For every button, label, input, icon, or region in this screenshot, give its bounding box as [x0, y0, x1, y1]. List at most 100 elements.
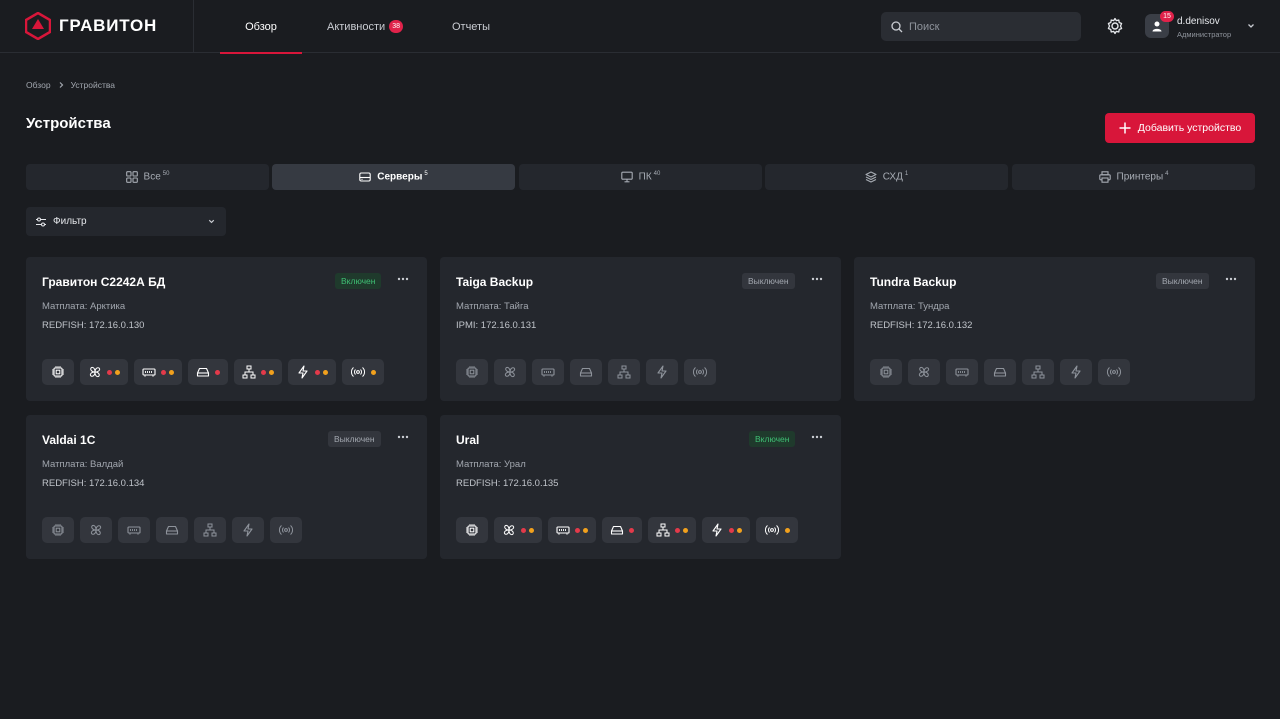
power-icon	[712, 523, 722, 537]
power-icon	[243, 523, 253, 537]
network-chip[interactable]	[608, 359, 640, 385]
power-chip[interactable]	[288, 359, 336, 385]
device-name[interactable]: Valdai 1C	[42, 433, 95, 447]
plus-icon	[1119, 122, 1131, 134]
layers-icon	[865, 171, 877, 183]
tab-count: 50	[162, 171, 170, 178]
sensor-chip[interactable]	[756, 517, 798, 543]
user-name[interactable]: d.denisov	[1177, 16, 1220, 27]
network-chip[interactable]	[234, 359, 282, 385]
chevron-down-icon	[208, 219, 215, 224]
brand-logo[interactable]: ГРАВИТОН	[25, 12, 157, 40]
cpu-icon	[52, 524, 64, 536]
fan-chip[interactable]	[494, 517, 542, 543]
more-options-icon[interactable]	[811, 435, 823, 439]
nav-tab-overview[interactable]: Обзор	[220, 0, 302, 54]
device-name[interactable]: Ural	[456, 433, 479, 447]
user-role: Администратор	[1177, 30, 1232, 39]
storage-chip[interactable]	[984, 359, 1016, 385]
warning-dot	[371, 369, 376, 375]
storage-chip[interactable]	[570, 359, 602, 385]
search-input[interactable]	[909, 20, 1069, 33]
cpu-chip[interactable]	[42, 359, 74, 385]
more-options-icon[interactable]	[397, 277, 409, 281]
fan-chip[interactable]	[80, 359, 128, 385]
add-device-button[interactable]: Добавить устройство	[1105, 113, 1255, 143]
nav-tab-label: Активности	[327, 20, 386, 33]
fan-chip[interactable]	[494, 359, 526, 385]
sensor-chip[interactable]	[1098, 359, 1130, 385]
fan-icon	[89, 366, 101, 378]
error-dot	[521, 527, 526, 533]
memory-chip[interactable]	[134, 359, 182, 385]
fan-chip[interactable]	[80, 517, 112, 543]
nav-tab-reports[interactable]: Отчеты	[440, 0, 502, 53]
sensor-icon	[279, 525, 293, 535]
warning-dot	[269, 369, 274, 375]
memory-chip[interactable]	[118, 517, 150, 543]
settings-gear-icon[interactable]	[1106, 17, 1124, 35]
tab-printers[interactable]: Принтеры 4	[1012, 164, 1255, 190]
device-name[interactable]: Taiga Backup	[456, 275, 533, 289]
breadcrumb-item-overview[interactable]: Обзор	[26, 80, 51, 90]
device-name[interactable]: Tundra Backup	[870, 275, 956, 289]
memory-icon	[127, 526, 141, 535]
more-options-icon[interactable]	[1225, 277, 1237, 281]
warning-dot	[737, 527, 742, 533]
storage-chip[interactable]	[188, 359, 228, 385]
tab-pc[interactable]: ПК 40	[519, 164, 762, 190]
power-chip[interactable]	[232, 517, 264, 543]
memory-chip[interactable]	[946, 359, 978, 385]
fan-chip[interactable]	[908, 359, 940, 385]
device-address: REDFISH: 172.16.0.132	[870, 320, 973, 331]
breadcrumb-item-devices: Устройства	[70, 80, 116, 90]
network-chip[interactable]	[194, 517, 226, 543]
add-device-label: Добавить устройство	[1137, 122, 1242, 134]
user-icon	[1152, 21, 1162, 32]
tab-servers[interactable]: Серверы 5	[272, 164, 515, 190]
storage-chip[interactable]	[602, 517, 642, 543]
cpu-chip[interactable]	[456, 359, 488, 385]
memory-icon	[541, 368, 555, 377]
memory-icon	[556, 526, 570, 535]
device-card[interactable]: Valdai 1C Выключен Матплата: Валдай REDF…	[26, 415, 427, 559]
storage-chip[interactable]	[156, 517, 188, 543]
tab-all[interactable]: Все 50	[26, 164, 269, 190]
memory-chip[interactable]	[532, 359, 564, 385]
top-bar: ГРАВИТОН Обзор Активности 38 Отчеты 15 d…	[0, 0, 1280, 54]
power-chip[interactable]	[702, 517, 750, 543]
device-card[interactable]: Tundra Backup Выключен Матплата: Тундра …	[854, 257, 1255, 401]
search-box[interactable]	[881, 12, 1081, 41]
network-icon	[203, 523, 217, 537]
component-status-row	[42, 517, 302, 543]
sensor-chip[interactable]	[270, 517, 302, 543]
sensor-chip[interactable]	[684, 359, 716, 385]
breadcrumb: Обзор Устройства	[26, 80, 115, 90]
cpu-chip[interactable]	[456, 517, 488, 543]
sensor-chip[interactable]	[342, 359, 384, 385]
more-options-icon[interactable]	[811, 277, 823, 281]
network-chip[interactable]	[1022, 359, 1054, 385]
device-name[interactable]: Гравитон С2242А БД	[42, 275, 165, 289]
sensor-icon	[693, 367, 707, 377]
monitor-icon	[620, 171, 633, 183]
cpu-chip[interactable]	[42, 517, 74, 543]
device-card[interactable]: Taiga Backup Выключен Матплата: Тайга IP…	[440, 257, 841, 401]
fan-icon	[918, 366, 930, 378]
tab-storage[interactable]: СХД 1	[765, 164, 1008, 190]
chevron-down-icon[interactable]	[1246, 21, 1256, 31]
memory-chip[interactable]	[548, 517, 596, 543]
error-dot	[161, 369, 166, 375]
device-card[interactable]: Ural Включен Матплата: Урал REDFISH: 172…	[440, 415, 841, 559]
component-status-row	[42, 359, 384, 385]
device-motherboard: Матплата: Арктика	[42, 301, 126, 312]
more-options-icon[interactable]	[397, 435, 409, 439]
power-chip[interactable]	[1060, 359, 1092, 385]
filter-dropdown[interactable]: Фильтр	[26, 207, 226, 236]
nav-tab-activities[interactable]: Активности 38	[318, 0, 412, 53]
device-card[interactable]: Гравитон С2242А БД Включен Матплата: Арк…	[26, 257, 427, 401]
error-dot	[629, 527, 634, 533]
network-chip[interactable]	[648, 517, 696, 543]
cpu-chip[interactable]	[870, 359, 902, 385]
power-chip[interactable]	[646, 359, 678, 385]
